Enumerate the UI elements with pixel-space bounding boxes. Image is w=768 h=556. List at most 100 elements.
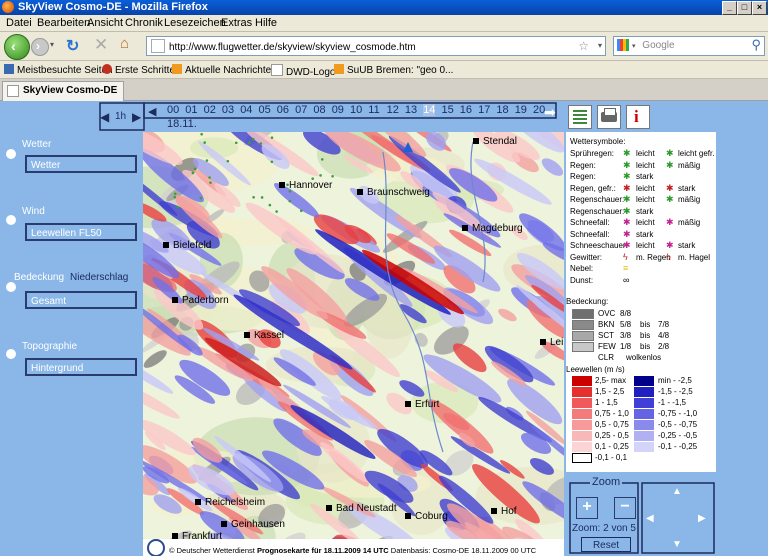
lee-pos-label: -0,1 - 0,1 <box>595 453 628 462</box>
weather-dot <box>209 181 212 184</box>
pan-up-icon[interactable]: ▲ <box>672 486 682 497</box>
hour-11[interactable]: 11 <box>368 104 379 116</box>
hour-07[interactable]: 07 <box>295 104 307 116</box>
hour-18[interactable]: 18 <box>496 104 508 116</box>
hour-09[interactable]: 09 <box>332 104 344 116</box>
forward-button[interactable]: › <box>31 38 49 56</box>
topographie-select[interactable]: Hintergrund <box>25 358 137 376</box>
search-icon[interactable]: ⚲ <box>751 36 761 54</box>
close-button[interactable]: × <box>752 1 767 15</box>
hour-08[interactable]: 08 <box>313 104 325 116</box>
menu-datei[interactable]: Datei <box>6 17 32 29</box>
minimize-button[interactable]: _ <box>722 1 737 15</box>
home-icon[interactable]: ⌂ <box>120 35 129 52</box>
navigation-toolbar: ‹ › ▾ ↻ ✕ ⌂ http://www.flugwetter.de/sky… <box>0 32 768 61</box>
menu-lesezeichen[interactable]: Lesezeichen <box>164 17 226 29</box>
weather-row-a: leicht <box>636 149 655 158</box>
weather-row-label: Regen: <box>570 172 596 181</box>
menu-chronik[interactable]: Chronik <box>125 17 163 29</box>
bedeckung-select[interactable]: Gesamt <box>25 291 137 309</box>
hour-10[interactable]: 10 <box>350 104 362 116</box>
bookmark-label: Erste Schritte <box>115 65 176 76</box>
print-icon[interactable] <box>597 105 621 129</box>
zoom-in-button[interactable]: + <box>576 497 598 519</box>
scroll-hours-right-icon[interactable]: ➡ <box>544 104 556 121</box>
bookmark-most-visited[interactable]: Meistbesuchte Seiten <box>4 64 113 76</box>
hour-15[interactable]: 15 <box>442 104 454 116</box>
weather-dot <box>259 142 263 145</box>
history-dropdown-icon[interactable]: ▾ <box>50 40 54 49</box>
niederschlag-label[interactable]: Niederschlag <box>70 272 128 283</box>
wetter-select[interactable]: Wetter <box>25 155 137 173</box>
weather-row-label: Schneeschauer: <box>570 241 628 250</box>
menu-ansicht[interactable]: Ansicht <box>87 17 123 29</box>
weather-row-a: stark <box>636 172 654 181</box>
url-bar[interactable]: http://www.flugwetter.de/skyview/skyview… <box>146 36 606 56</box>
tab-skyview[interactable]: SkyView Cosmo-DE <box>2 81 124 101</box>
reload-icon[interactable]: ↻ <box>66 36 79 56</box>
hour-01[interactable]: 01 <box>185 104 197 116</box>
hour-03[interactable]: 03 <box>222 104 234 116</box>
bookmark-news[interactable]: Aktuelle Nachrichten <box>172 64 277 76</box>
wind-radio[interactable] <box>6 215 16 225</box>
menu-bearbeiten[interactable]: Bearbeiten <box>37 17 90 29</box>
cover-swatch <box>572 309 594 319</box>
weather-map[interactable]: Stendal Hannover Braunschweig Bielefeld … <box>143 132 564 555</box>
legend-icon[interactable] <box>568 105 592 129</box>
url-dropdown-icon[interactable]: ▾ <box>598 37 602 55</box>
hour-14-selected[interactable]: 14 <box>423 104 436 116</box>
pan-down-icon[interactable]: ▼ <box>672 539 682 550</box>
weather-dot <box>270 160 274 164</box>
zoom-out-button[interactable]: − <box>614 497 636 519</box>
topographie-radio[interactable] <box>6 349 16 359</box>
pan-left-icon[interactable]: ◀ <box>646 513 654 524</box>
hour-13[interactable]: 13 <box>405 104 417 116</box>
menu-hilfe[interactable]: Hilfe <box>255 17 277 29</box>
hour-02[interactable]: 02 <box>204 104 216 116</box>
reset-button[interactable]: Reset <box>581 537 631 552</box>
lee-neg-label: -0,5 - -0,75 <box>658 420 698 429</box>
scroll-hours-left-icon[interactable]: ◀ <box>148 105 156 118</box>
google-icon[interactable] <box>617 39 629 51</box>
wind-select[interactable]: Leewellen FL50 <box>25 223 137 241</box>
city-paderborn: Paderborn <box>172 295 229 306</box>
search-box[interactable]: ▾ Google ⚲ <box>613 36 765 56</box>
bedeckung-radio[interactable] <box>6 282 16 292</box>
engine-dropdown-icon[interactable]: ▾ <box>632 43 636 50</box>
lee-pos-label: 0,1 - 0,25 <box>595 442 629 451</box>
hour-19[interactable]: 19 <box>515 104 527 116</box>
back-button[interactable]: ‹ <box>4 34 30 60</box>
bookmark-dwd-logo[interactable]: DWD-Logo <box>271 64 335 78</box>
weather-row-a: leicht <box>636 160 655 170</box>
wetter-radio[interactable] <box>6 149 16 159</box>
cover-f1: 5/8 <box>620 320 632 329</box>
cover-swatch <box>572 331 594 341</box>
weather-symbol-icon: ∞ <box>623 274 630 285</box>
menu-bar: Datei Bearbeiten Ansicht Chronik Lesezei… <box>0 15 768 32</box>
search-input[interactable]: Google <box>642 40 674 51</box>
step-back-icon[interactable]: ◀ <box>100 110 109 124</box>
weather-symbol-icon: ϟ <box>623 251 628 262</box>
weather-dot <box>199 196 203 200</box>
info-icon[interactable]: i <box>626 105 650 129</box>
menu-extras[interactable]: Extras <box>221 17 252 29</box>
step-forward-icon[interactable]: ▶ <box>132 110 141 124</box>
weather-row-a: leicht <box>636 218 655 227</box>
hour-17[interactable]: 17 <box>478 104 490 116</box>
hour-06[interactable]: 06 <box>277 104 289 116</box>
hour-04[interactable]: 04 <box>240 104 252 116</box>
bedeckung-label[interactable]: Bedeckung <box>14 272 64 283</box>
city-braunschweig: Braunschweig <box>357 187 430 198</box>
bookmark-first-steps[interactable]: Erste Schritte <box>102 64 175 76</box>
bookmark-suub[interactable]: SuUB Bremen: "geo 0... <box>334 64 453 76</box>
stop-icon[interactable]: ✕ <box>94 35 108 55</box>
weather-row-a: stark <box>636 206 654 216</box>
weather-dot <box>299 209 303 213</box>
hour-16[interactable]: 16 <box>460 104 472 116</box>
hour-00[interactable]: 00 <box>167 104 179 116</box>
star-icon[interactable]: ☆ <box>578 37 589 55</box>
maximize-button[interactable]: □ <box>737 1 752 15</box>
pan-right-icon[interactable]: ▶ <box>698 513 706 524</box>
hour-12[interactable]: 12 <box>387 104 399 116</box>
hour-05[interactable]: 05 <box>259 104 271 116</box>
